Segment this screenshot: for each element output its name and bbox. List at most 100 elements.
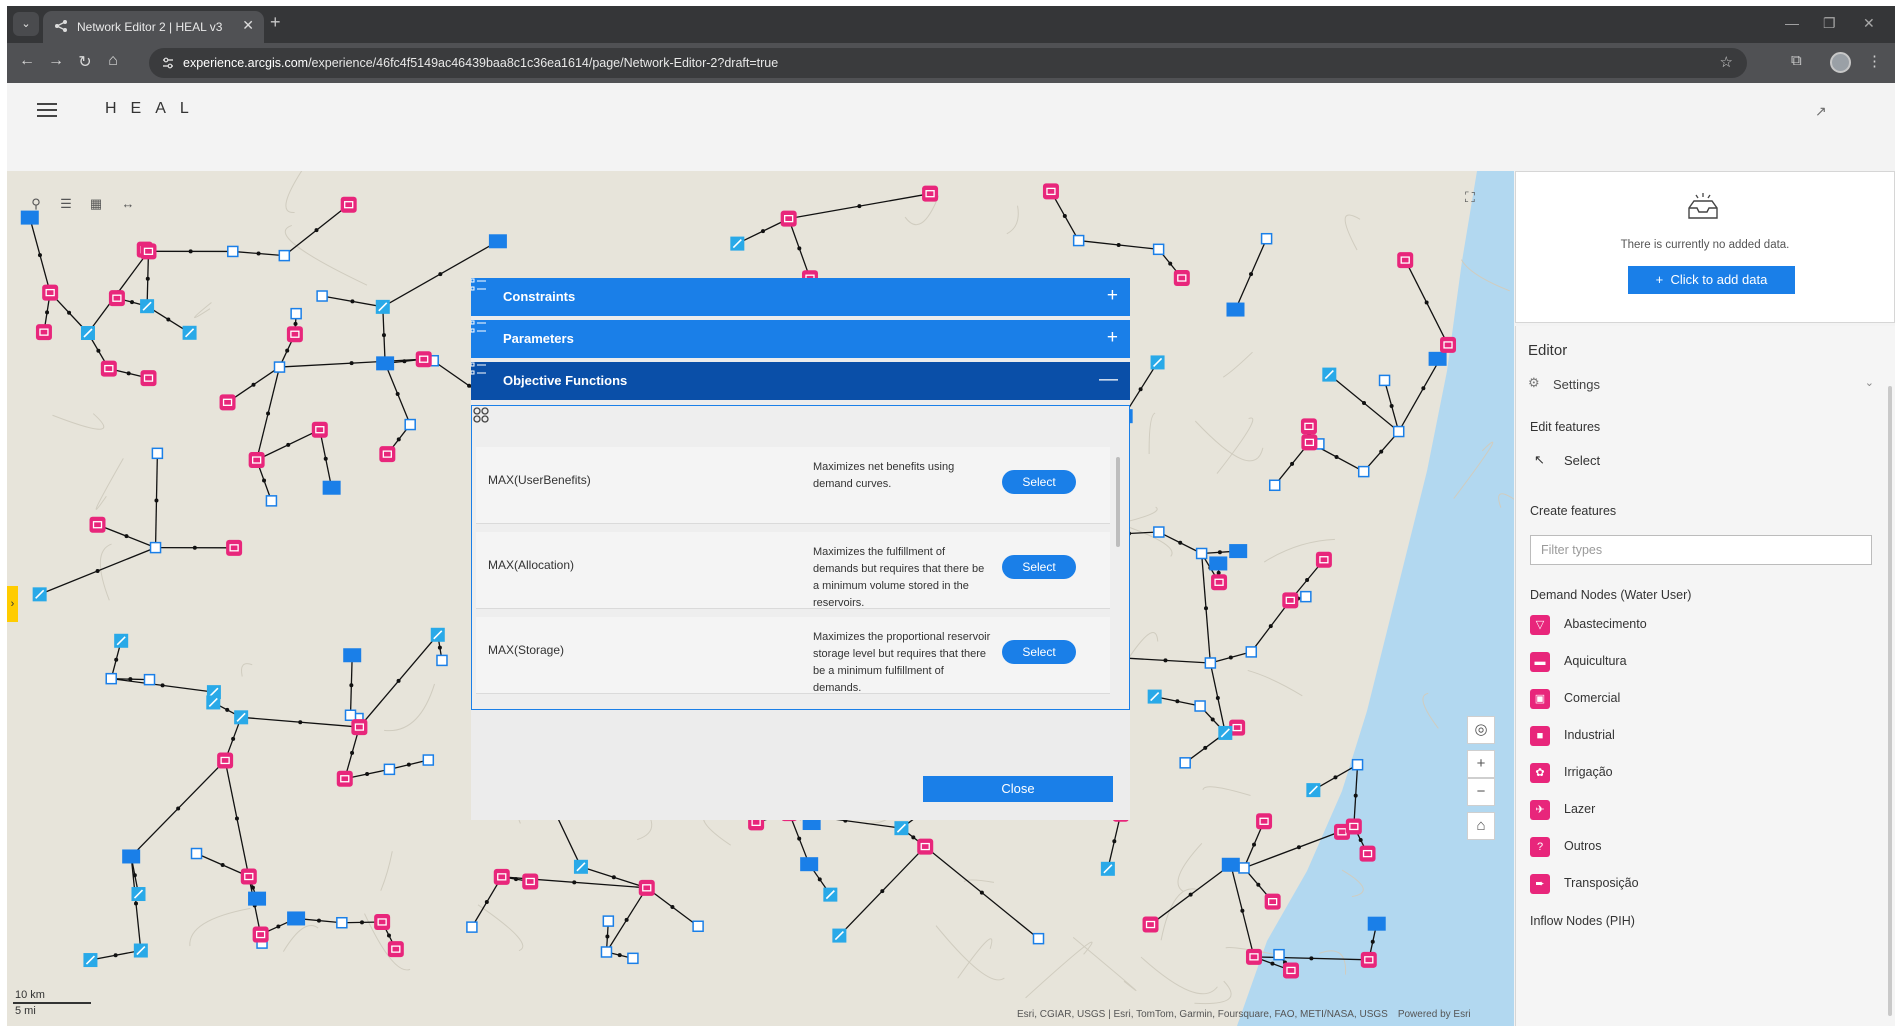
close-button[interactable]: Close [923,776,1113,802]
demand-node-icon[interactable] [1360,951,1377,968]
demand-type-item[interactable]: ■ Industrial [1530,723,1880,751]
demand-node-icon[interactable] [1042,183,1059,200]
storage-node-icon[interactable] [1229,544,1248,559]
back-icon[interactable]: ← [17,52,37,70]
expand-icon[interactable]: + [1107,285,1118,307]
reservoir-node-icon[interactable] [602,915,615,927]
reservoir-node-icon[interactable] [105,672,117,685]
measure-icon[interactable]: ↔ [117,193,139,215]
demand-node-icon[interactable] [1264,893,1281,910]
map-view[interactable]: ⚲ ☰ ▦ ↔ ⛶ › ◎ + − ⌂ 10 km 5 mi Esri, CGI… [7,171,1514,1026]
demand-node-icon[interactable] [226,539,243,556]
storage-node-icon[interactable] [1428,351,1447,366]
demand-node-icon[interactable] [379,446,396,463]
demand-node-icon[interactable] [35,324,52,341]
demand-type-item[interactable]: ▬ Aquicultura [1530,649,1880,677]
extensions-icon[interactable]: ⧉ [1791,52,1802,69]
reservoir-node-icon[interactable] [1351,758,1364,771]
storage-node-icon[interactable] [376,356,395,371]
demand-node-icon[interactable] [140,370,157,387]
storage-node-icon[interactable] [287,911,306,926]
storage-node-icon[interactable] [322,480,341,495]
reservoir-node-icon[interactable] [422,754,435,766]
bookmark-star-icon[interactable]: ☆ [1720,53,1733,71]
storage-node-icon[interactable] [488,234,507,249]
demand-type-item[interactable]: ▽ Abastecimento [1530,612,1880,640]
expand-panel-icon[interactable]: › [7,586,18,622]
reservoir-node-icon[interactable] [1204,657,1217,669]
demand-type-item[interactable]: ✿ Irrigação [1530,760,1880,788]
reservoir-node-icon[interactable] [1179,757,1191,769]
reload-icon[interactable]: ↻ [75,52,95,72]
reservoir-node-icon[interactable] [1194,700,1206,712]
minimize-icon[interactable]: — [1785,15,1799,31]
reservoir-node-icon[interactable] [383,763,396,776]
objective-functions-header[interactable]: Objective Functions — [471,362,1130,400]
reservoir-node-icon[interactable] [1032,932,1045,945]
demand-node-icon[interactable] [1142,916,1159,933]
demand-node-icon[interactable] [387,941,404,958]
storage-node-icon[interactable] [1209,556,1228,571]
reservoir-node-icon[interactable] [466,921,478,933]
reservoir-node-icon[interactable] [1392,425,1405,438]
reservoir-node-icon[interactable] [600,946,613,958]
grid-view-icon[interactable] [472,406,490,424]
reservoir-node-icon[interactable] [1072,234,1085,247]
filter-types-input[interactable] [1530,535,1872,565]
demand-node-icon[interactable] [42,284,59,301]
home-icon[interactable]: ⌂ [103,52,123,70]
editor-scrollbar[interactable] [1888,386,1892,1016]
fullscreen-icon[interactable]: ⛶ [1465,189,1475,206]
expand-icon[interactable]: + [1107,327,1118,349]
zoom-out-button[interactable]: − [1467,778,1495,806]
demand-node-icon[interactable] [1300,418,1317,435]
demand-node-icon[interactable] [917,838,934,855]
address-bar[interactable]: experience.arcgis.com/experience/46fc4f5… [149,48,1747,78]
demand-node-icon[interactable] [286,326,303,343]
site-info-icon[interactable] [161,56,175,70]
add-data-button[interactable]: + Click to add data [1628,266,1795,294]
demand-node-icon[interactable] [1359,845,1376,862]
storage-node-icon[interactable] [1367,916,1386,931]
reservoir-node-icon[interactable] [316,290,328,302]
demand-node-icon[interactable] [1282,962,1299,979]
reservoir-node-icon[interactable] [1357,465,1370,478]
demand-node-icon[interactable] [340,196,357,213]
reservoir-node-icon[interactable] [278,249,291,262]
reservoir-node-icon[interactable] [1238,862,1250,874]
demand-node-icon[interactable] [240,868,257,885]
reservoir-node-icon[interactable] [436,654,448,667]
reservoir-node-icon[interactable] [190,847,203,860]
locate-icon[interactable]: ◎ [1467,716,1495,744]
reservoir-node-icon[interactable] [149,541,162,554]
zoom-in-button[interactable]: + [1467,750,1495,778]
demand-node-icon[interactable] [374,913,391,930]
reservoir-node-icon[interactable] [336,916,348,929]
browser-menu-icon[interactable]: ⋮ [1867,52,1882,70]
reservoir-node-icon[interactable] [692,920,704,933]
demand-type-item[interactable]: ✈ Lazer [1530,797,1880,825]
demand-type-item[interactable]: ▣ Comercial [1530,686,1880,714]
collapse-icon[interactable]: — [1099,369,1118,391]
demand-node-icon[interactable] [252,926,269,943]
demand-node-icon[interactable] [100,360,117,377]
reservoir-node-icon[interactable] [1268,479,1281,492]
demand-node-icon[interactable] [1211,574,1228,591]
demand-node-icon[interactable] [1315,551,1332,568]
share-icon[interactable]: ↗ [1815,103,1827,120]
demand-node-icon[interactable] [311,421,328,438]
reservoir-node-icon[interactable] [1300,590,1312,603]
reservoir-node-icon[interactable] [344,709,357,721]
demand-node-icon[interactable] [922,185,939,202]
demand-node-icon[interactable] [1173,270,1190,287]
reservoir-node-icon[interactable] [143,673,156,686]
reservoir-node-icon[interactable] [1245,646,1258,658]
browser-tab[interactable]: Network Editor 2 | HEAL v3 ✕ [43,11,264,43]
search-icon[interactable]: ⚲ [25,193,47,215]
home-extent-icon[interactable]: ⌂ [1467,812,1495,840]
restore-icon[interactable]: ❐ [1823,15,1836,32]
reservoir-node-icon[interactable] [1195,547,1208,560]
demand-node-icon[interactable] [108,290,125,307]
demand-node-icon[interactable] [248,452,265,469]
select-button[interactable]: Select [1002,640,1076,664]
